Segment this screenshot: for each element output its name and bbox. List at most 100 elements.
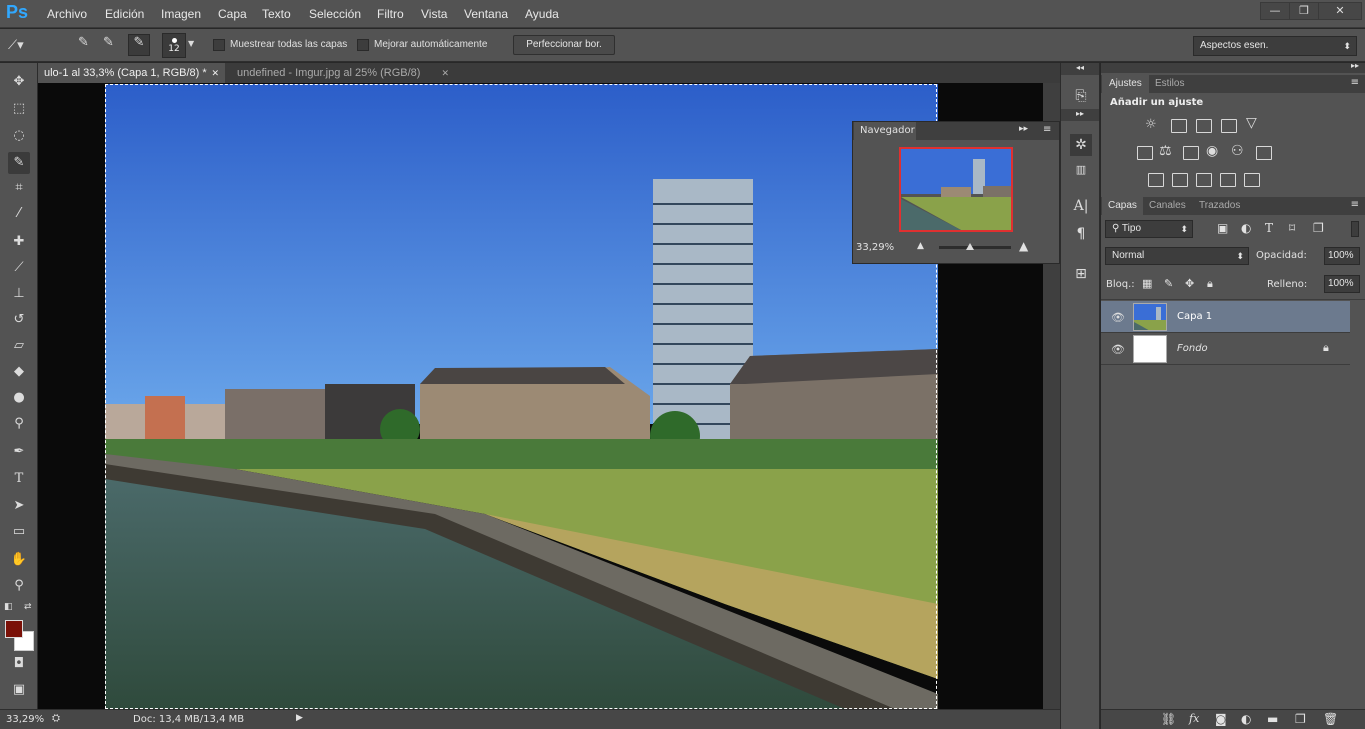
lock-pixels-icon[interactable]: ✎ (1164, 277, 1173, 290)
type-tool-icon[interactable]: T (8, 468, 30, 490)
color-balance-icon[interactable]: ⚖ (1159, 143, 1172, 159)
black-white-icon[interactable] (1183, 146, 1199, 160)
vibrance-adjust-icon[interactable]: ▽ (1246, 115, 1257, 131)
new-layer-icon[interactable]: ❐ (1295, 712, 1306, 726)
brush-presets-icon[interactable]: ▥ (1070, 159, 1092, 181)
menu-imagen[interactable]: Imagen (161, 7, 201, 21)
layer-style-fx-icon[interactable]: fx (1189, 712, 1199, 725)
tab-imgur-document[interactable]: undefined - Imgur.jpg al 25% (RGB/8) ✕ (231, 63, 455, 83)
levels-adjust-icon[interactable] (1171, 119, 1187, 133)
pen-tool-icon[interactable]: ✒ (8, 441, 30, 463)
minimize-button[interactable]: — (1260, 2, 1290, 20)
invert-icon[interactable] (1148, 173, 1164, 187)
properties-icon[interactable]: ⊞ (1070, 263, 1092, 285)
collapse-icon[interactable]: ▸▸ (1019, 124, 1028, 134)
filter-smart-object-icon[interactable]: ❐ (1313, 221, 1324, 235)
eyedropper-tool-icon[interactable]: ⁄ (8, 203, 30, 225)
layer-row-capa-1[interactable]: 👁︎ Capa 1 (1101, 301, 1350, 333)
paint-bucket-tool-icon[interactable]: ◆ (8, 361, 30, 383)
workspace-select[interactable]: Aspectos esen. ⬍ (1193, 36, 1357, 56)
curves-adjust-icon[interactable] (1196, 119, 1212, 133)
swap-colors-icon[interactable]: ⇄ (24, 602, 32, 612)
lasso-tool-icon[interactable]: ◌ (8, 125, 30, 147)
layer-row-fondo[interactable]: 👁︎ Fondo 🔒︎ (1101, 333, 1350, 365)
close-icon[interactable]: ✕ (211, 63, 219, 83)
exposure-adjust-icon[interactable] (1221, 119, 1237, 133)
status-menu-arrow-icon[interactable]: ▶ (296, 713, 303, 723)
new-selection-brush-icon[interactable]: ✎ (78, 35, 98, 55)
close-button[interactable]: ✕ (1318, 2, 1362, 20)
zoom-slider-thumb[interactable] (966, 243, 974, 250)
blur-tool-icon[interactable]: ● (8, 387, 30, 409)
rectangle-tool-icon[interactable]: ▭ (8, 521, 30, 543)
filter-pixel-icon[interactable]: ▣ (1217, 221, 1228, 235)
menu-vista[interactable]: Vista (421, 7, 447, 21)
fill-input[interactable]: 100% (1324, 275, 1360, 293)
eye-icon[interactable]: 👁︎ (1111, 343, 1125, 356)
expand-dock-icon[interactable]: ◂◂ (1061, 63, 1099, 75)
menu-filtro[interactable]: Filtro (377, 7, 404, 21)
opacity-input[interactable]: 100% (1324, 247, 1360, 265)
menu-ventana[interactable]: Ventana (464, 7, 508, 21)
foreground-color-swatch[interactable] (5, 620, 23, 638)
navigator-dock-icon[interactable]: ✲ (1070, 134, 1092, 156)
quick-selection-tool-icon[interactable]: ✎ (8, 152, 30, 174)
paragraph-icon[interactable]: ¶ (1070, 223, 1092, 245)
clone-stamp-tool-icon[interactable]: ⊥ (8, 283, 30, 305)
tab-trazados[interactable]: Trazados (1199, 200, 1240, 211)
menu-ayuda[interactable]: Ayuda (525, 7, 559, 21)
delete-layer-icon[interactable]: 🗑︎ (1323, 712, 1338, 726)
panel-menu-icon[interactable]: ≡ (1043, 124, 1051, 135)
menu-texto[interactable]: Texto (262, 7, 291, 21)
eye-icon[interactable]: 👁︎ (1111, 311, 1125, 324)
new-adjustment-layer-icon[interactable]: ◐ (1241, 712, 1251, 726)
healing-brush-tool-icon[interactable]: ✚ (8, 231, 30, 253)
gradient-map-icon[interactable] (1244, 173, 1260, 187)
tab-capas[interactable]: Capas (1102, 197, 1143, 215)
menu-capa[interactable]: Capa (218, 7, 247, 21)
brush-size-picker[interactable]: 12 (162, 33, 186, 58)
status-zoom[interactable]: 33,29% (6, 714, 44, 725)
navigator-thumbnail[interactable] (899, 147, 1013, 232)
add-selection-brush-icon[interactable]: ✎ (103, 35, 123, 55)
navigator-title[interactable]: Navegador (854, 122, 916, 140)
new-group-icon[interactable]: ▬ (1267, 712, 1278, 726)
zoom-in-icon[interactable]: ▲ (1019, 239, 1028, 253)
quick-selection-preset-icon[interactable]: ⟋▾ (8, 38, 24, 53)
document-image[interactable] (105, 84, 938, 709)
color-lookup-icon[interactable] (1256, 146, 1272, 160)
brightness-adjust-icon[interactable]: ☼ (1145, 117, 1157, 132)
lock-transparent-icon[interactable]: ▦ (1142, 277, 1152, 290)
dock-group-collapse-icon[interactable]: ▸▸ (1061, 109, 1099, 121)
channel-mixer-icon[interactable]: ⚇ (1231, 143, 1244, 159)
restore-button[interactable]: ❐ (1289, 2, 1319, 20)
menu-seleccion[interactable]: Selección (309, 7, 361, 21)
add-mask-icon[interactable]: ◙ (1215, 712, 1227, 726)
panel-menu-icon[interactable]: ≡ (1351, 77, 1359, 88)
hand-tool-icon[interactable]: ✋ (8, 549, 30, 571)
filter-shape-icon[interactable]: ⌑ (1289, 221, 1295, 235)
chevron-down-icon[interactable]: ▼ (188, 39, 194, 48)
crop-tool-icon[interactable]: ⌗ (8, 177, 30, 199)
auto-enhance-checkbox[interactable] (357, 39, 369, 51)
default-colors-icon[interactable]: ◧ (4, 602, 13, 612)
zoom-tool-icon[interactable]: ⚲ (8, 575, 30, 597)
menu-archivo[interactable]: Archivo (47, 7, 87, 21)
quick-mask-icon[interactable]: ◘ (8, 653, 30, 675)
move-tool-icon[interactable]: ✥ (8, 71, 30, 93)
tab-ajustes[interactable]: Ajustes (1102, 75, 1149, 93)
filter-adjustment-icon[interactable]: ◐ (1241, 221, 1251, 235)
dodge-tool-icon[interactable]: ⚲ (8, 413, 30, 435)
filter-toggle-switch[interactable] (1351, 221, 1359, 237)
tab-active-document[interactable]: ulo-1 al 33,3% (Capa 1, RGB/8) * ✕ (38, 63, 225, 83)
refine-edge-button[interactable]: Perfeccionar bor. (513, 35, 615, 55)
screen-mode-icon[interactable]: ▣ (8, 679, 30, 701)
blend-mode-select[interactable]: Normal ⬍ (1105, 247, 1249, 265)
tab-estilos[interactable]: Estilos (1155, 78, 1184, 89)
collapse-icon[interactable]: ▸▸ (1351, 61, 1359, 70)
brush-tool-icon[interactable]: ⟋ (8, 257, 30, 279)
link-layers-icon[interactable]: ⛓ (1161, 712, 1176, 726)
photo-filter-icon[interactable]: ◉ (1206, 143, 1218, 159)
threshold-icon[interactable] (1196, 173, 1212, 187)
layer-filter-select[interactable]: ⚲ Tipo ⬍ (1105, 220, 1193, 238)
